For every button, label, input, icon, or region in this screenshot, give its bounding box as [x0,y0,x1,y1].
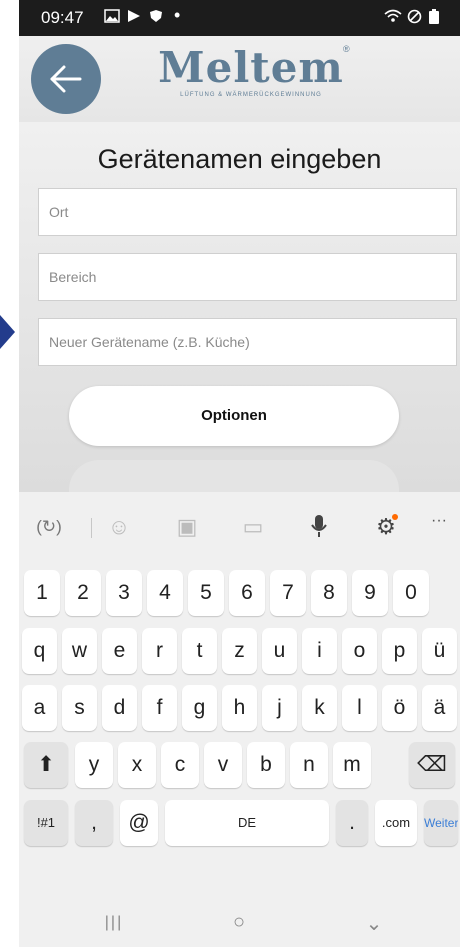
key-i[interactable]: i [302,628,337,674]
edge-arrow-marker [0,315,15,349]
emoji-icon[interactable]: ☺ [99,514,139,540]
shift-key[interactable]: ⬆ [24,742,68,788]
back-button[interactable] [31,44,101,114]
key-b[interactable]: b [247,742,285,788]
key-m[interactable]: m [333,742,371,788]
meltem-logo: Meltem LÜFTUNG & WÄRMERÜCKGEWINNUNG [151,43,351,99]
key-7[interactable]: 7 [270,570,306,616]
keyboard-toolbar: (↻) ☺ ▣ ▭ ⚙ ··· [19,492,460,562]
gif-icon[interactable]: ▭ [233,514,273,540]
settings-icon[interactable]: ⚙ [366,514,406,540]
key-j[interactable]: j [262,685,297,731]
arrow-left-icon [50,65,82,93]
key-s[interactable]: s [62,685,97,731]
key-e[interactable]: e [102,628,137,674]
key-6[interactable]: 6 [229,570,265,616]
recents-button[interactable]: ||| [94,914,134,932]
key-ü[interactable]: ü [422,628,457,674]
key-8[interactable]: 8 [311,570,347,616]
key-n[interactable]: n [290,742,328,788]
key-0[interactable]: 0 [393,570,429,616]
area-input[interactable] [39,254,456,300]
toolbar-divider [91,518,92,538]
key-x[interactable]: x [118,742,156,788]
key-4[interactable]: 4 [147,570,183,616]
location-field[interactable] [38,188,457,236]
play-store-icon [127,9,141,27]
key-z[interactable]: z [222,628,257,674]
status-time: 09:47 [41,8,84,27]
space-key[interactable]: DE [165,800,329,846]
image-icon [104,9,120,27]
dotcom-key[interactable]: .com [375,800,417,846]
options-button[interactable]: Optionen [69,386,399,446]
period-key[interactable]: . [336,800,368,846]
area-field[interactable] [38,253,457,301]
home-button[interactable]: ○ [219,911,259,934]
backspace-key[interactable]: ⌫ [409,742,455,788]
key-ö[interactable]: ö [382,685,417,731]
system-nav-bar: ||| ○ ⌄ [19,905,460,947]
form-area: Gerätenamen eingeben Optionen [19,122,460,520]
key-o[interactable]: o [342,628,377,674]
back-nav-button[interactable]: ⌄ [354,911,394,936]
device-name-input[interactable] [39,319,456,365]
page-title: Gerätenamen eingeben [97,144,382,174]
key-d[interactable]: d [102,685,137,731]
key-p[interactable]: p [382,628,417,674]
dot-icon: • [174,5,181,25]
no-disturb-icon [407,9,422,28]
key-r[interactable]: r [142,628,177,674]
device-name-field[interactable] [38,318,457,366]
key-t[interactable]: t [182,628,217,674]
logo-subtitle: LÜFTUNG & WÄRMERÜCKGEWINNUNG [180,92,322,98]
soft-keyboard: (↻) ☺ ▣ ▭ ⚙ ··· 1234567890 qwertzuiopü asd… [19,492,460,947]
key-w[interactable]: w [62,628,97,674]
key-y[interactable]: y [75,742,113,788]
key-k[interactable]: k [302,685,337,731]
symbols-key[interactable]: !#1 [24,800,68,846]
registered-mark: ® [343,44,350,54]
key-g[interactable]: g [182,685,217,731]
key-c[interactable]: c [161,742,199,788]
app-header: Meltem LÜFTUNG & WÄRMERÜCKGEWINNUNG ® [19,36,460,122]
key-u[interactable]: u [262,628,297,674]
logo-wordmark: Meltem [158,43,344,92]
mic-icon[interactable] [299,514,339,544]
key-v[interactable]: v [204,742,242,788]
comma-key[interactable]: , [75,800,113,846]
status-bar: 09:47 • [19,0,460,36]
phone-screen: 09:47 • Meltem LÜFTUNG & WÄRMERÜCKGEWINN… [19,0,460,947]
wifi-icon [384,9,402,27]
enter-key[interactable]: Weiter [424,800,458,846]
key-2[interactable]: 2 [65,570,101,616]
key-5[interactable]: 5 [188,570,224,616]
shield-icon [149,9,163,27]
translate-icon[interactable]: (↻) [29,517,69,537]
key-f[interactable]: f [142,685,177,731]
key-q[interactable]: q [22,628,57,674]
at-key[interactable]: @ [120,800,158,846]
key-a[interactable]: a [22,685,57,731]
sticker-icon[interactable]: ▣ [167,514,207,540]
key-3[interactable]: 3 [106,570,142,616]
key-ä[interactable]: ä [422,685,457,731]
key-1[interactable]: 1 [24,570,60,616]
battery-icon [429,9,439,28]
key-l[interactable]: l [342,685,377,731]
key-h[interactable]: h [222,685,257,731]
key-9[interactable]: 9 [352,570,388,616]
location-input[interactable] [39,189,456,235]
more-icon[interactable]: ··· [419,512,459,530]
